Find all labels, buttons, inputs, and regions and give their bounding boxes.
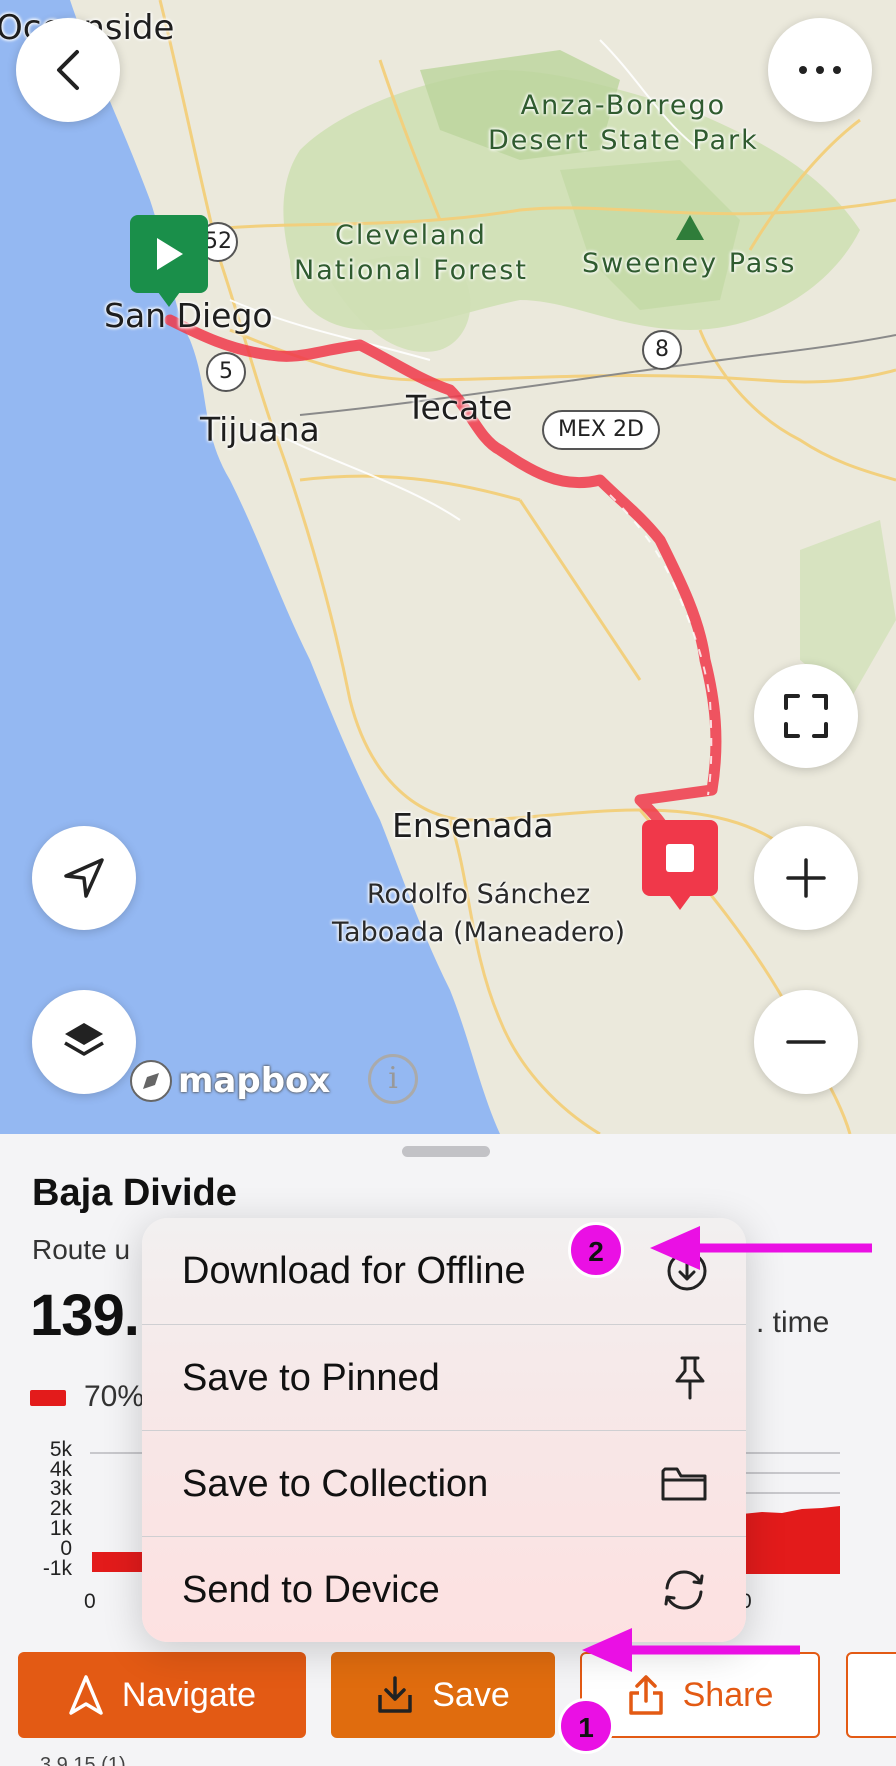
menu-item-label: Save to Collection [182, 1462, 489, 1505]
folder-icon [661, 1467, 707, 1501]
map-label-maneadero: Rodolfo Sánchez Taboada (Maneadero) [332, 879, 625, 948]
menu-item-save-collection[interactable]: Save to Collection [142, 1431, 746, 1537]
save-label: Save [432, 1675, 510, 1714]
zoom-out-button[interactable] [754, 990, 858, 1094]
grid-line [90, 1452, 146, 1454]
ellipsis-icon [799, 66, 841, 74]
pin-icon [675, 1356, 705, 1400]
elevation-fill-right [742, 1506, 840, 1574]
map-layers-button[interactable] [32, 990, 136, 1094]
map-label-sweeney-pass: Sweeney Pass [582, 248, 797, 279]
route-shield-8: 8 [642, 330, 682, 370]
share-label: Share [682, 1675, 774, 1714]
share-menu: Download for Offline Save to Pinned Save… [142, 1218, 746, 1642]
route-end-marker[interactable] [642, 820, 718, 910]
elevation-fill-left [92, 1552, 142, 1572]
route-start-marker[interactable] [130, 215, 208, 307]
navigate-button[interactable]: Navigate [18, 1652, 306, 1738]
fit-route-button[interactable] [754, 664, 858, 768]
share-icon [628, 1675, 663, 1715]
menu-item-label: Download for Offline [182, 1249, 526, 1292]
save-button[interactable]: Save [331, 1652, 555, 1738]
mapbox-wordmark: mapbox [178, 1061, 331, 1101]
route-shield-5: 5 [206, 352, 246, 392]
grid-line [740, 1452, 840, 1454]
navigate-label: Navigate [121, 1675, 257, 1714]
attribution-info-icon[interactable]: i [368, 1054, 418, 1104]
menu-item-label: Send to Device [182, 1568, 440, 1611]
route-distance: 139. [30, 1283, 140, 1348]
app-version: 3.9.15 (1) [40, 1754, 126, 1766]
map-label-tijuana: Tijuana [200, 410, 320, 449]
mapbox-attribution[interactable]: mapbox [128, 1058, 330, 1104]
menu-item-save-pinned[interactable]: Save to Pinned [142, 1325, 746, 1431]
map-label-san-diego: San Diego [104, 296, 273, 335]
layers-icon [64, 1023, 104, 1056]
annotation-badge-1: 1 [558, 1698, 614, 1754]
menu-item-send-device[interactable]: Send to Device [142, 1537, 746, 1642]
route-title: Baja Divide [32, 1172, 237, 1214]
mapbox-logo-icon [130, 1060, 172, 1102]
map-label-ensenada: Ensenada [392, 806, 554, 845]
grid-line [740, 1472, 840, 1474]
play-icon [157, 238, 183, 270]
plus-icon [786, 858, 826, 898]
menu-item-download-offline[interactable]: Download for Offline [142, 1218, 746, 1324]
route-subtitle: Route u [32, 1234, 131, 1265]
sheet-grabber[interactable] [402, 1146, 490, 1157]
location-arrow-icon [64, 858, 104, 898]
download-circle-icon [667, 1251, 707, 1291]
map-label-anza-borrego: Anza-Borrego Desert State Park [488, 90, 759, 156]
back-button[interactable] [16, 18, 120, 122]
route-shield-mex2d: MEX 2D [542, 410, 660, 450]
minus-icon [786, 1040, 826, 1044]
surface-legend-swatch [30, 1390, 66, 1406]
chevron-left-icon [57, 50, 79, 90]
annotation-badge-2: 2 [568, 1222, 624, 1278]
download-tray-icon [378, 1676, 412, 1713]
locate-me-button[interactable] [32, 826, 136, 930]
share-button[interactable]: Share [580, 1652, 820, 1738]
elev-x-tick: 0 [84, 1590, 96, 1613]
map-view[interactable]: Oceanside Anza-Borrego Desert State Park… [0, 0, 896, 1134]
map-label-cleveland: Cleveland National Forest [294, 220, 528, 286]
fullscreen-icon [784, 694, 828, 738]
navigate-arrow-icon [69, 1675, 103, 1715]
surface-legend-percent: 70% [84, 1380, 145, 1413]
map-basemap [0, 0, 896, 1134]
route-time-label: . time [756, 1306, 830, 1339]
elev-tick: -1k [42, 1557, 72, 1580]
sync-icon [664, 1570, 704, 1610]
map-label-tecate: Tecate [406, 388, 513, 427]
menu-item-label: Save to Pinned [182, 1356, 440, 1399]
zoom-in-button[interactable] [754, 826, 858, 930]
more-options-button[interactable] [768, 18, 872, 122]
more-actions-button[interactable] [846, 1652, 896, 1738]
stop-icon [666, 844, 694, 872]
